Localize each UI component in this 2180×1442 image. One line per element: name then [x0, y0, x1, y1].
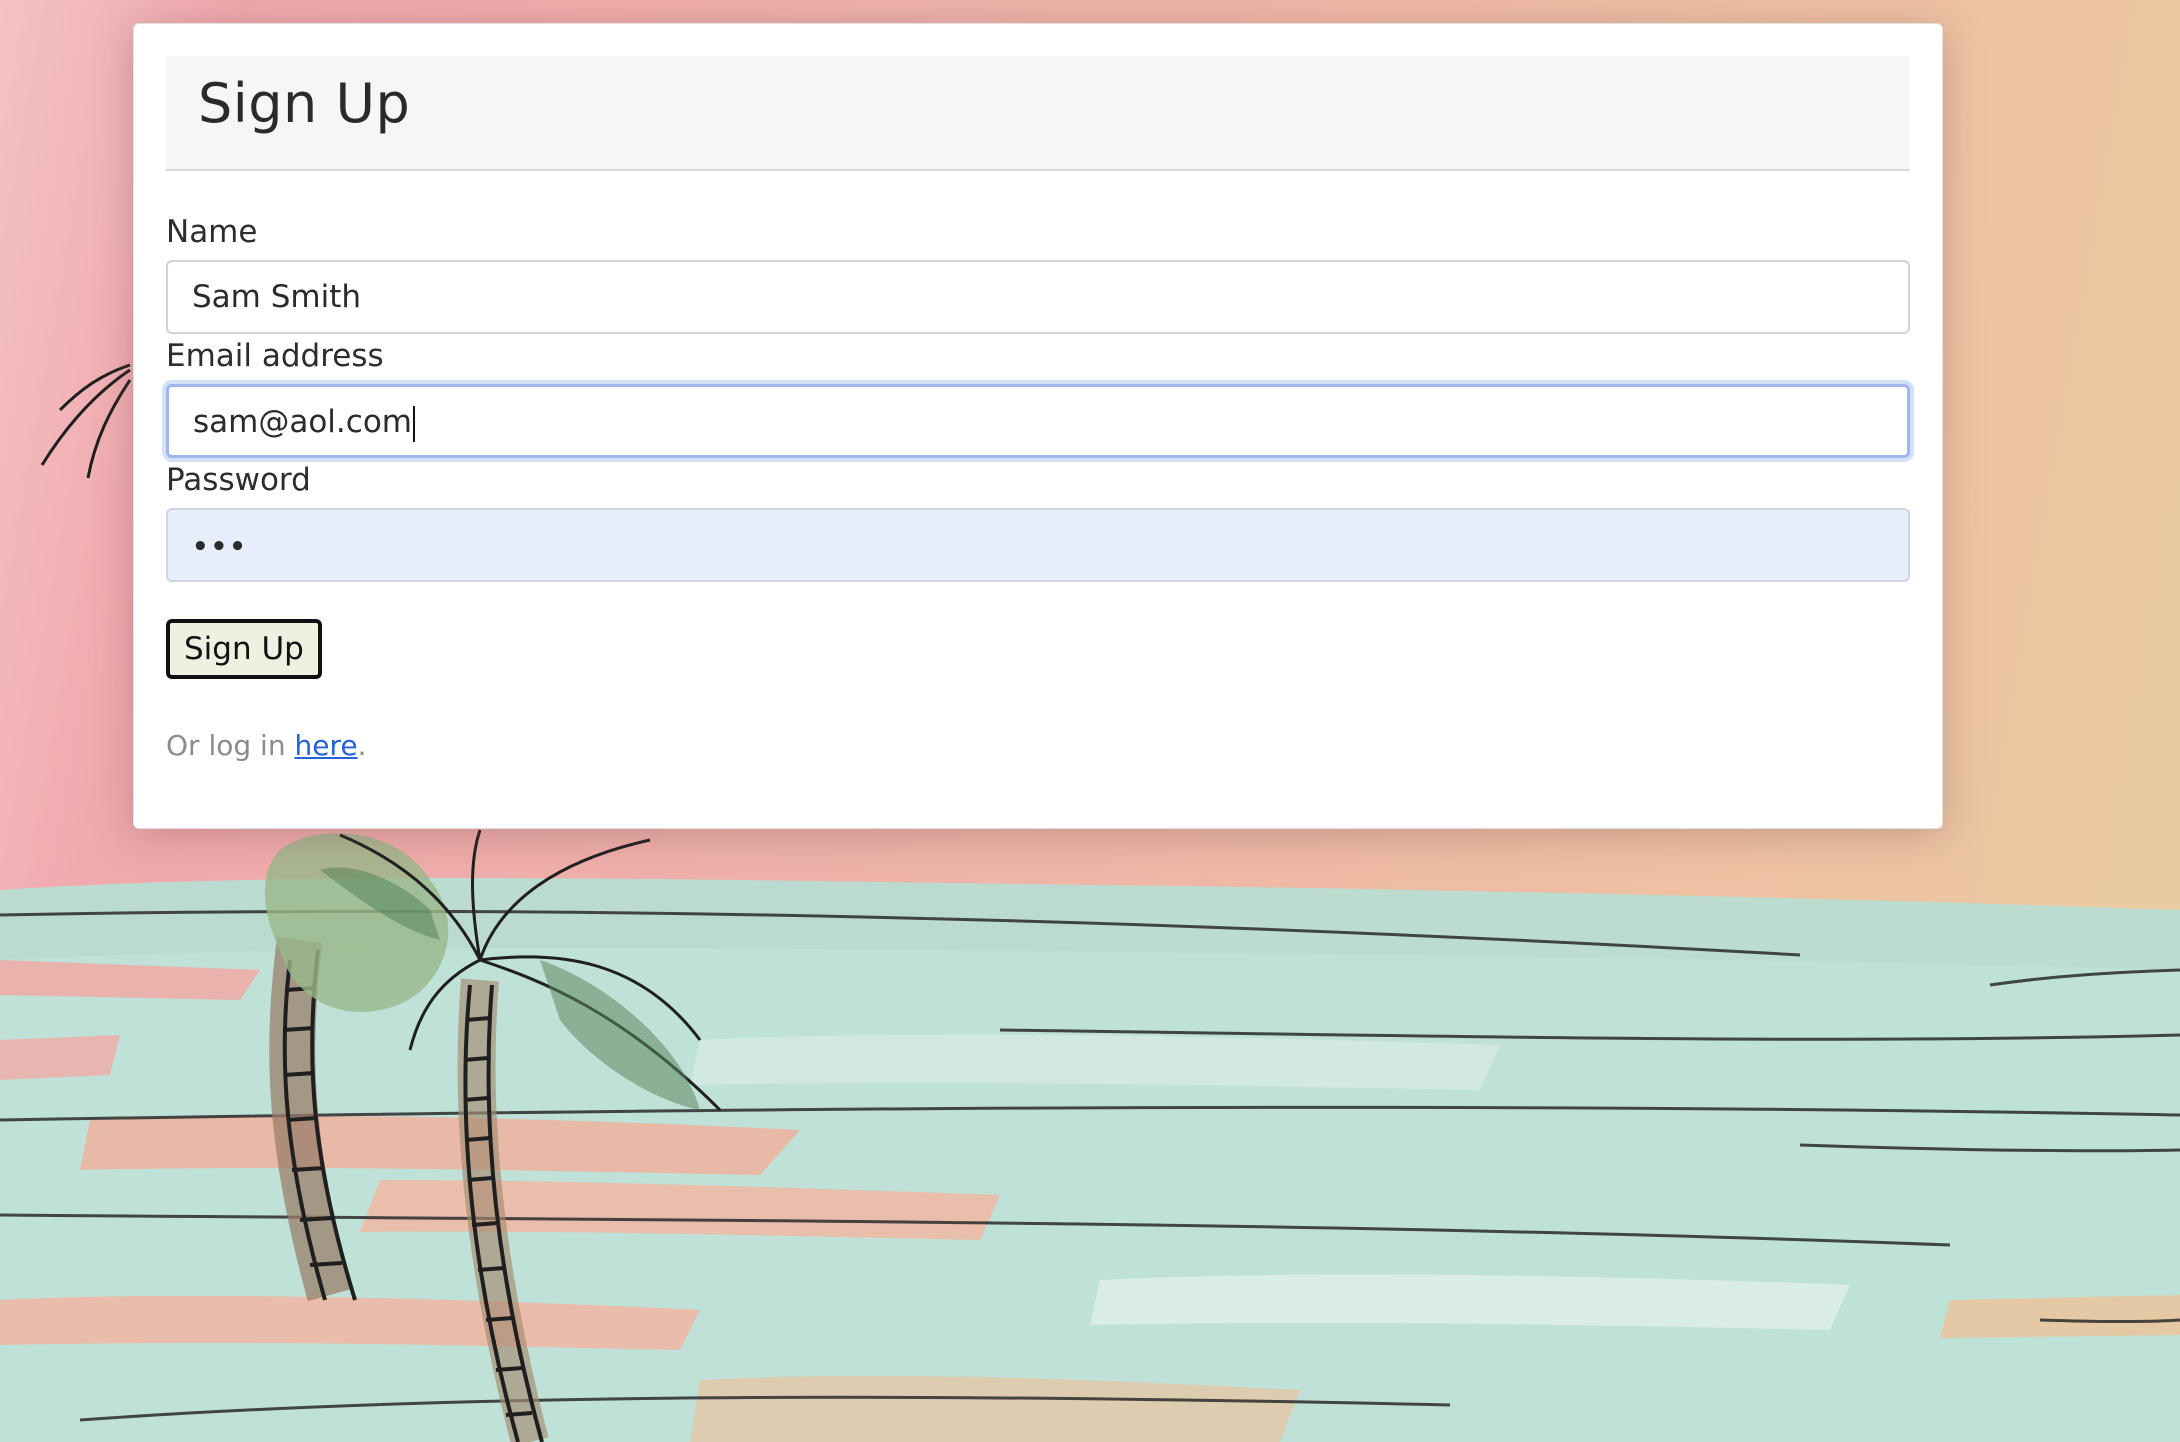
login-hint-suffix: .	[357, 729, 367, 762]
password-label: Password	[166, 462, 311, 498]
name-field-value: Sam Smith	[192, 279, 362, 315]
text-cursor	[412, 405, 415, 442]
email-label: Email address	[166, 338, 384, 374]
name-label: Name	[166, 214, 258, 250]
email-field[interactable]: sam@aol.com	[166, 384, 1910, 458]
sign-up-button[interactable]: Sign Up	[166, 619, 322, 679]
password-field[interactable]: •••	[166, 508, 1910, 582]
login-link[interactable]: here	[294, 729, 357, 762]
page-title: Sign Up	[198, 72, 411, 135]
signup-card: Sign Up Name Sam Smith Email address sam…	[133, 23, 1943, 829]
login-hint-prefix: Or log in	[166, 729, 295, 762]
card-header: Sign Up	[166, 56, 1910, 171]
email-field-value: sam@aol.com	[193, 404, 412, 440]
name-field[interactable]: Sam Smith	[166, 260, 1910, 334]
login-hint: Or log in here.	[166, 729, 366, 762]
password-field-value: •••	[192, 532, 248, 562]
